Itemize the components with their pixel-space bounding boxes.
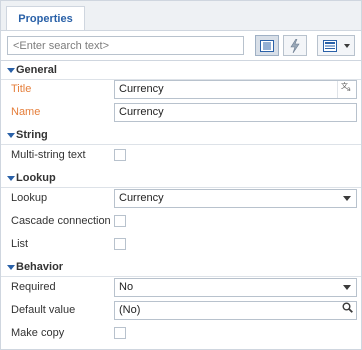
translate-icon: 文 a bbox=[341, 81, 353, 98]
section-divider bbox=[1, 187, 361, 188]
properties-panel: Properties <Enter search text> General T… bbox=[0, 0, 362, 350]
localize-button[interactable]: 文 a bbox=[337, 81, 356, 98]
name-label: Name bbox=[11, 106, 41, 118]
lookup-search-button[interactable] bbox=[338, 302, 356, 319]
default-value-label: Default value bbox=[11, 304, 76, 316]
list-checkbox[interactable] bbox=[114, 238, 126, 250]
layout-menu-icon bbox=[323, 39, 337, 52]
required-select[interactable]: No bbox=[114, 278, 357, 297]
required-label: Required bbox=[11, 281, 56, 293]
tab-properties[interactable]: Properties bbox=[6, 6, 85, 30]
title-value: Currency bbox=[119, 83, 164, 95]
section-behavior[interactable]: Behavior bbox=[1, 260, 361, 277]
dropdown-button[interactable] bbox=[338, 190, 356, 207]
chevron-down-icon bbox=[343, 196, 351, 201]
lookup-select[interactable]: Currency bbox=[114, 189, 357, 208]
default-value: (No) bbox=[119, 304, 141, 316]
section-title: String bbox=[16, 129, 48, 141]
section-lookup[interactable]: Lookup bbox=[1, 171, 361, 188]
section-title: Behavior bbox=[16, 261, 64, 273]
layout-menu-button[interactable] bbox=[317, 35, 355, 56]
section-title: Lookup bbox=[16, 172, 56, 184]
section-divider bbox=[1, 276, 361, 277]
svg-text:a: a bbox=[347, 86, 351, 92]
title-field[interactable]: Currency 文 a bbox=[114, 80, 357, 99]
search-icon bbox=[342, 302, 353, 319]
list-view-button[interactable] bbox=[255, 35, 279, 56]
section-string[interactable]: String bbox=[1, 128, 361, 145]
chevron-down-icon bbox=[343, 285, 351, 290]
default-value-field[interactable]: (No) bbox=[114, 301, 357, 320]
make-copy-label: Make copy bbox=[11, 327, 65, 339]
required-value: No bbox=[119, 281, 134, 293]
make-copy-checkbox[interactable] bbox=[114, 327, 126, 339]
dropdown-button[interactable] bbox=[338, 279, 356, 296]
cascade-label: Cascade connection bbox=[11, 215, 111, 227]
multistring-label: Multi-string text bbox=[11, 149, 86, 161]
collapse-triangle-icon bbox=[7, 133, 15, 138]
lookup-label: Lookup bbox=[11, 192, 48, 204]
collapse-triangle-icon bbox=[7, 265, 15, 270]
search-input[interactable] bbox=[7, 36, 244, 55]
name-field[interactable]: Currency bbox=[114, 103, 357, 122]
multistring-checkbox[interactable] bbox=[114, 149, 126, 161]
tab-strip: Properties bbox=[1, 1, 361, 31]
toolbar bbox=[1, 31, 361, 61]
chevron-down-icon bbox=[344, 44, 350, 48]
list-label: List bbox=[11, 238, 29, 250]
lookup-value: Currency bbox=[119, 192, 164, 204]
section-title: General bbox=[16, 64, 57, 76]
cascade-checkbox[interactable] bbox=[114, 215, 126, 227]
list-view-icon bbox=[260, 39, 274, 52]
section-divider bbox=[1, 144, 361, 145]
section-general[interactable]: General bbox=[1, 63, 361, 80]
collapse-triangle-icon bbox=[7, 68, 15, 73]
lightning-button[interactable] bbox=[283, 35, 307, 56]
collapse-triangle-icon bbox=[7, 176, 15, 181]
title-label: Title bbox=[11, 83, 32, 95]
name-value: Currency bbox=[119, 106, 164, 118]
lightning-icon bbox=[289, 38, 301, 53]
